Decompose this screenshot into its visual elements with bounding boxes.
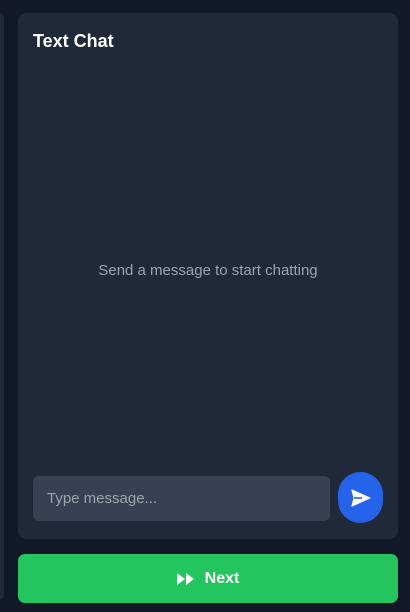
chat-title: Text Chat bbox=[33, 31, 114, 51]
chat-panel: Text Chat Send a message to start chatti… bbox=[18, 13, 398, 539]
empty-chat-hint: Send a message to start chatting bbox=[98, 262, 318, 279]
left-panel-edge bbox=[0, 13, 4, 599]
fast-forward-icon bbox=[176, 572, 195, 585]
next-button-label: Next bbox=[204, 569, 240, 587]
send-button[interactable] bbox=[338, 472, 383, 523]
send-icon bbox=[350, 488, 371, 507]
next-button[interactable]: Next bbox=[18, 554, 398, 603]
message-input[interactable] bbox=[33, 476, 330, 521]
